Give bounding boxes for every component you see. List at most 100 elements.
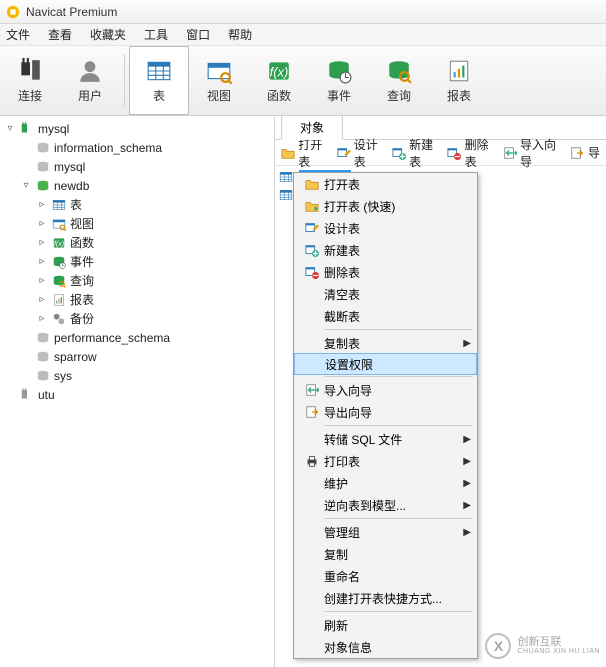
- twisty-icon[interactable]: ▹: [36, 218, 48, 230]
- tree-label: mysql: [54, 160, 85, 174]
- tree-label: sys: [54, 369, 72, 383]
- tree-node-11[interactable]: performance_schema: [0, 328, 274, 347]
- ctx-item-11[interactable]: 导入向导: [294, 379, 477, 401]
- tree-node-2[interactable]: mysql: [0, 157, 274, 176]
- tree-node-12[interactable]: sparrow: [0, 347, 274, 366]
- toolbar-connect[interactable]: 连接: [0, 46, 60, 115]
- ab-delete-table[interactable]: 删除表: [447, 136, 496, 170]
- func-icon: f(x): [266, 58, 292, 84]
- ctx-item-21[interactable]: 重命名: [294, 565, 477, 587]
- new-icon: [392, 145, 406, 161]
- chevron-right-icon: ▶: [463, 500, 471, 511]
- ab-open-table[interactable]: 打开表: [281, 136, 330, 170]
- menu-1[interactable]: 查看: [48, 26, 72, 43]
- twisty-icon[interactable]: ▹: [36, 313, 48, 325]
- twisty-icon[interactable]: ▹: [36, 294, 48, 306]
- toolbar-view[interactable]: 视图: [189, 46, 249, 115]
- ctx-item-12[interactable]: 导出向导: [294, 401, 477, 423]
- ctx-item-24[interactable]: 刷新: [294, 614, 477, 636]
- tree-node-9[interactable]: ▹ 报表: [0, 290, 274, 309]
- context-menu[interactable]: 打开表 打开表 (快速) 设计表 新建表 删除表 清空表 截断表 复制表 ▶ 设…: [293, 172, 478, 659]
- menu-2[interactable]: 收藏夹: [90, 26, 126, 43]
- connection-tree[interactable]: ▿ mysql information_schema mysql ▿ newdb…: [0, 116, 275, 667]
- toolbar-label: 报表: [447, 87, 471, 104]
- design-icon: [336, 145, 350, 161]
- twisty-icon[interactable]: ▿: [20, 180, 32, 192]
- blank-icon: [300, 524, 324, 540]
- ctx-item-14[interactable]: 转储 SQL 文件 ▶: [294, 428, 477, 450]
- ctx-item-19[interactable]: 管理组 ▶: [294, 521, 477, 543]
- ctx-item-6[interactable]: 截断表: [294, 305, 477, 327]
- tab-objects[interactable]: 对象: [281, 115, 343, 140]
- menu-5[interactable]: 帮助: [228, 26, 252, 43]
- twisty-icon[interactable]: [4, 389, 16, 401]
- ab-new-table[interactable]: 新建表: [392, 136, 441, 170]
- func-icon: f(x): [51, 236, 67, 250]
- ctx-item-22[interactable]: 创建打开表快捷方式...: [294, 587, 477, 609]
- menu-3[interactable]: 工具: [144, 26, 168, 43]
- ctx-item-20[interactable]: 复制: [294, 543, 477, 565]
- ctx-item-9[interactable]: 设置权限: [294, 353, 477, 375]
- ctx-item-4[interactable]: 删除表: [294, 261, 477, 283]
- toolbar-user[interactable]: 用户: [60, 46, 120, 115]
- import-icon: [300, 382, 324, 398]
- menu-4[interactable]: 窗口: [186, 26, 210, 43]
- ctx-item-0[interactable]: 打开表: [294, 173, 477, 195]
- new-icon: [300, 242, 324, 258]
- tree-node-0[interactable]: ▿ mysql: [0, 119, 274, 138]
- blank-icon: [300, 497, 324, 513]
- twisty-icon[interactable]: ▹: [36, 256, 48, 268]
- toolbar-report[interactable]: 报表: [429, 46, 489, 115]
- twisty-icon[interactable]: ▿: [4, 123, 16, 135]
- tree-node-5[interactable]: ▹ 视图: [0, 214, 274, 233]
- ctx-label: 重命名: [324, 568, 360, 585]
- ctx-label: 逆向表到模型...: [324, 497, 406, 514]
- twisty-icon[interactable]: [20, 161, 32, 173]
- ctx-item-17[interactable]: 逆向表到模型... ▶: [294, 494, 477, 516]
- ctx-item-16[interactable]: 维护 ▶: [294, 472, 477, 494]
- ab-design-table[interactable]: 设计表: [336, 136, 385, 170]
- tree-node-3[interactable]: ▿ newdb: [0, 176, 274, 195]
- delete-icon: [300, 264, 324, 280]
- tree-node-4[interactable]: ▹ 表: [0, 195, 274, 214]
- ctx-item-15[interactable]: 打印表 ▶: [294, 450, 477, 472]
- query-icon: [386, 58, 412, 84]
- titlebar: Navicat Premium: [0, 0, 606, 24]
- tree-node-14[interactable]: utu: [0, 385, 274, 404]
- blank-icon: [300, 475, 324, 491]
- menu-0[interactable]: 文件: [6, 26, 30, 43]
- tree-node-8[interactable]: ▹ 查询: [0, 271, 274, 290]
- ab-import[interactable]: 导入向导: [503, 136, 563, 170]
- tree-label: information_schema: [54, 141, 162, 155]
- twisty-icon[interactable]: [20, 370, 32, 382]
- ctx-item-8[interactable]: 复制表 ▶: [294, 332, 477, 354]
- toolbar-table[interactable]: 表: [129, 46, 189, 115]
- ctx-item-3[interactable]: 新建表: [294, 239, 477, 261]
- ctx-item-25[interactable]: 对象信息: [294, 636, 477, 658]
- tree-node-13[interactable]: sys: [0, 366, 274, 385]
- toolbar-function[interactable]: f(x) 函数: [249, 46, 309, 115]
- ctx-item-1[interactable]: 打开表 (快速): [294, 195, 477, 217]
- ctx-item-5[interactable]: 清空表: [294, 283, 477, 305]
- twisty-icon[interactable]: ▹: [36, 199, 48, 211]
- tree-node-1[interactable]: information_schema: [0, 138, 274, 157]
- toolbar-query[interactable]: 查询: [369, 46, 429, 115]
- toolbar-event[interactable]: 事件: [309, 46, 369, 115]
- ctx-label: 复制: [324, 546, 348, 563]
- tree-node-6[interactable]: ▹ f(x) 函数: [0, 233, 274, 252]
- tree-node-10[interactable]: ▹ 备份: [0, 309, 274, 328]
- delete-icon: [447, 145, 461, 161]
- tree-node-7[interactable]: ▹ 事件: [0, 252, 274, 271]
- tree-label: 函数: [70, 234, 94, 251]
- ctx-item-2[interactable]: 设计表: [294, 217, 477, 239]
- ab-export[interactable]: 导: [569, 144, 600, 161]
- export-icon: [300, 404, 324, 420]
- tree-label: mysql: [38, 122, 69, 136]
- twisty-icon[interactable]: [20, 142, 32, 154]
- blank-icon: [301, 356, 325, 372]
- twisty-icon[interactable]: [20, 351, 32, 363]
- twisty-icon[interactable]: [20, 332, 32, 344]
- twisty-icon[interactable]: ▹: [36, 237, 48, 249]
- open-fast-icon: [300, 198, 324, 214]
- twisty-icon[interactable]: ▹: [36, 275, 48, 287]
